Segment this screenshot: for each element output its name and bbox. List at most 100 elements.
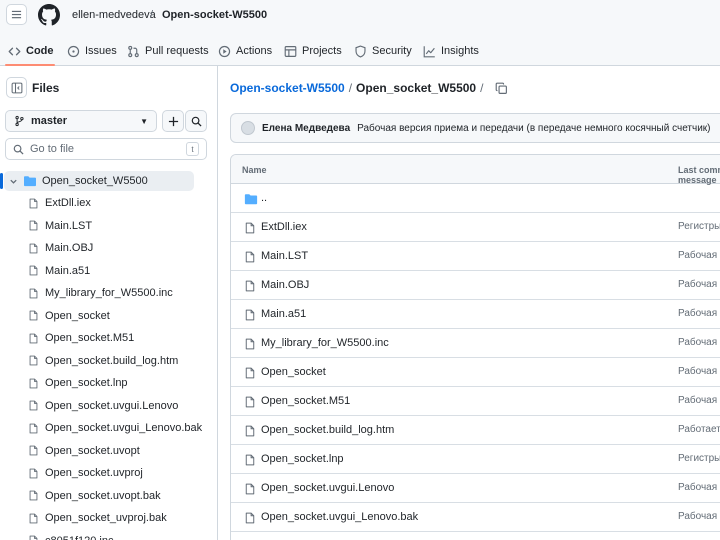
tree-file-item[interactable]: Open_socket.uvgui.Lenovo: [28, 396, 178, 416]
pull-request-icon: [128, 45, 139, 57]
tree-file-label: Open_socket.build_log.htm: [45, 354, 179, 367]
tree-file-item[interactable]: Open_socket.uvproj: [28, 463, 143, 483]
file-icon: [245, 483, 255, 495]
menu-button[interactable]: [6, 4, 27, 25]
file-name-link[interactable]: Open_socket.uvgui.Lenovo: [261, 482, 394, 494]
repo-link[interactable]: Open-socket-W5500: [162, 9, 267, 21]
play-icon: [218, 45, 231, 57]
tree-file-item[interactable]: Open_socket.lnp: [28, 373, 128, 393]
tree-file-item[interactable]: Open_socket.build_log.htm: [28, 351, 178, 371]
tree-file-item[interactable]: Open_socket: [28, 306, 110, 326]
file-name-link[interactable]: Main.LST: [261, 250, 308, 262]
go-to-file-input[interactable]: [30, 143, 180, 155]
file-icon: [245, 512, 255, 524]
file-icon: [245, 367, 255, 379]
file-icon: [29, 243, 38, 253]
tree-file-label: Main.a51: [45, 264, 91, 277]
folder-icon: [244, 194, 258, 205]
tree-folder-root[interactable]: Open_socket_W5500: [0, 171, 194, 191]
file-name-link[interactable]: My_library_for_W5500.inc: [261, 337, 389, 349]
tree-file-item[interactable]: c8051f120.inc: [28, 531, 114, 540]
tab-actions[interactable]: Actions: [218, 40, 272, 62]
tree-file-label: c8051f120.inc: [45, 535, 114, 540]
path-repo-link[interactable]: Open-socket-W5500: [230, 81, 345, 95]
tab-insights[interactable]: Insights: [423, 40, 479, 62]
tab-code-label: Code: [26, 45, 54, 57]
tree-file-item[interactable]: Open_socket.uvgui_Lenovo.bak: [28, 418, 202, 438]
file-icon: [245, 454, 255, 466]
tree-file-label: Open_socket.uvgui.Lenovo: [45, 399, 179, 412]
commit-message-link[interactable]: Регистры в: [678, 453, 720, 464]
file-icon: [29, 513, 38, 523]
commit-message-link[interactable]: Рабочая в: [678, 482, 720, 493]
tree-file-item[interactable]: Main.a51: [28, 261, 90, 281]
table-row: Open_socket.lnp Регистры в: [231, 445, 720, 474]
tree-file-label: ExtDll.iex: [45, 197, 91, 209]
commit-author[interactable]: Елена Медведева: [262, 123, 350, 134]
file-name-link[interactable]: Open_socket: [261, 366, 326, 378]
copy-icon[interactable]: [495, 82, 508, 95]
table-row: My_library_for_W5500.inc Рабочая в: [231, 329, 720, 358]
breadcrumb-separator: /: [150, 9, 154, 21]
file-icon: [29, 288, 38, 298]
commit-message-link[interactable]: Рабочая в: [678, 279, 720, 290]
commit-message-link[interactable]: Работает: [678, 424, 720, 435]
file-name-link[interactable]: Open_socket.lnp: [261, 453, 344, 465]
commit-message-link[interactable]: Рабочая в: [678, 250, 720, 261]
file-icon: [29, 490, 38, 501]
commit-message-link[interactable]: Рабочая в: [678, 511, 720, 522]
tree-file-item[interactable]: Main.OBJ: [28, 238, 93, 258]
tree-file-label: Main.LST: [45, 219, 93, 232]
tab-pull-requests[interactable]: Pull requests: [127, 40, 209, 62]
tree-file-label: Open_socket_uvproj.bak: [45, 512, 167, 524]
tree-file-item[interactable]: My_library_for_W5500.inc: [28, 283, 173, 303]
file-name-link[interactable]: Main.a51: [261, 308, 306, 320]
tree-file-label: Open_socket.lnp: [45, 377, 128, 389]
commit-message-link[interactable]: Регистры в: [678, 221, 720, 232]
go-to-file-box[interactable]: t: [5, 138, 207, 160]
tab-actions-label: Actions: [236, 45, 273, 57]
parent-dir-link[interactable]: ..: [261, 192, 267, 204]
file-icon: [29, 400, 38, 411]
file-icon: [29, 468, 38, 478]
file-name-link[interactable]: Open_socket.M51: [261, 395, 350, 407]
tab-security[interactable]: Security: [354, 40, 412, 62]
github-logo-icon[interactable]: [38, 4, 60, 26]
branch-selector[interactable]: master ▼: [5, 110, 157, 132]
owner-link[interactable]: ellen-medvedeva: [72, 9, 156, 21]
table-row: Open_socket.M51 Рабочая в: [231, 387, 720, 416]
file-icon: [245, 251, 255, 263]
collapse-sidebar-button[interactable]: [6, 77, 27, 98]
tree-file-item[interactable]: Open_socket.uvopt: [28, 441, 140, 461]
file-name-link[interactable]: Main.OBJ: [261, 279, 309, 291]
add-file-button[interactable]: [162, 110, 184, 132]
tab-projects[interactable]: Projects: [284, 40, 342, 62]
table-row: Main.LST Рабочая в: [231, 242, 720, 271]
file-name-link[interactable]: Open_socket.build_log.htm: [261, 424, 394, 436]
search-files-button[interactable]: [185, 110, 207, 132]
column-header-name: Name: [242, 165, 267, 175]
tree-file-item[interactable]: ExtDll.iex: [28, 193, 91, 213]
commit-message-link[interactable]: Рабочая в: [678, 395, 720, 406]
tree-file-label: My_library_for_W5500.inc: [45, 287, 173, 299]
graph-icon: [423, 45, 435, 57]
commit-message-link[interactable]: Рабочая в: [678, 308, 720, 319]
tree-file-item[interactable]: Open_socket.M51: [28, 328, 134, 348]
table-row-parent-dir[interactable]: ..: [231, 184, 720, 213]
file-name-link[interactable]: Open_socket.uvgui_Lenovo.bak: [261, 511, 418, 523]
tab-issues[interactable]: Issues: [67, 40, 117, 62]
commit-message-link[interactable]: Рабочая в: [678, 337, 720, 348]
tree-file-item[interactable]: Main.LST: [28, 216, 92, 236]
commit-message[interactable]: Рабочая версия приема и передачи (в пере…: [357, 123, 710, 134]
file-name-link[interactable]: ExtDll.iex: [261, 221, 307, 233]
tab-code[interactable]: Code: [8, 40, 54, 62]
path-current-folder: Open_socket_W5500: [356, 81, 477, 95]
breadcrumb: Open-socket-W5500 / Open_socket_W5500 /: [230, 81, 508, 95]
tree-file-item[interactable]: Open_socket.uvopt.bak: [28, 486, 161, 506]
table-row: Open_socket.uvgui_Lenovo.bak Рабочая в: [231, 503, 720, 532]
tree-file-label: Open_socket.uvopt.bak: [45, 489, 161, 502]
commit-message-link[interactable]: Рабочая в: [678, 366, 720, 377]
top-header: ellen-medvedeva / Open-socket-W5500 Code…: [0, 0, 720, 66]
avatar[interactable]: [241, 121, 255, 135]
tree-file-item[interactable]: Open_socket_uvproj.bak: [28, 508, 167, 528]
